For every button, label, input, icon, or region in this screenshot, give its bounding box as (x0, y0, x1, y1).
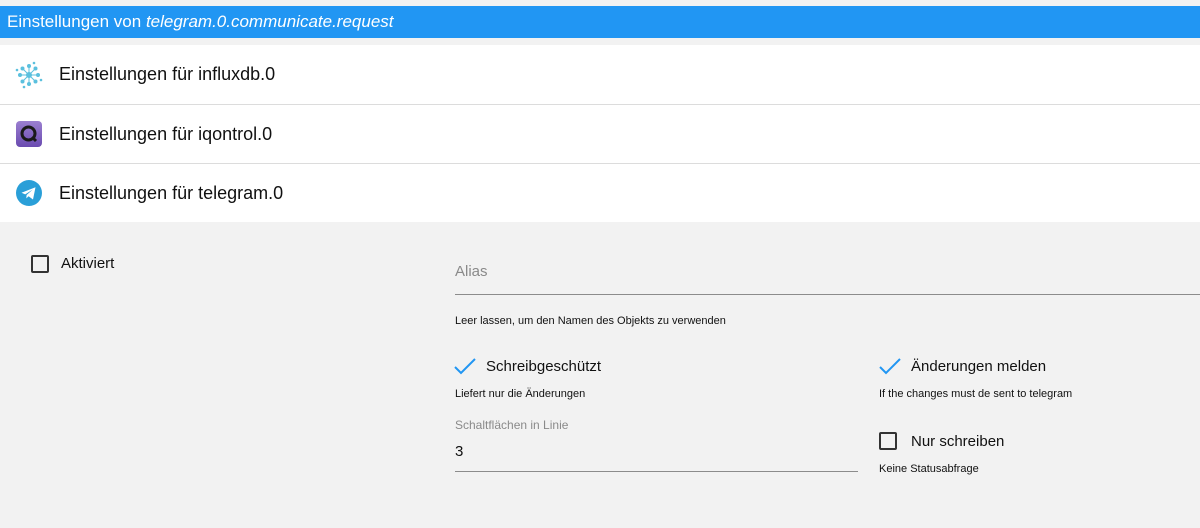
buttons-per-line-underline (455, 471, 858, 472)
accordion-influxdb[interactable]: Einstellungen für influxdb.0 (0, 45, 1200, 105)
readonly-checkmark-icon[interactable] (454, 358, 476, 376)
accordion-telegram[interactable]: Einstellungen für telegram.0 (0, 164, 1200, 223)
write-only-hint: Keine Statusabfrage (879, 463, 979, 475)
write-only-label: Nur schreiben (911, 433, 1005, 450)
enabled-checkbox[interactable] (31, 255, 49, 273)
buttons-per-line-label: Schaltflächen in Linie (455, 418, 569, 432)
accordion-iqontrol[interactable]: Einstellungen für iqontrol.0 (0, 105, 1200, 164)
report-changes-hint: If the changes must de sent to telegram (879, 388, 1073, 400)
telegram-icon (15, 179, 43, 207)
report-changes-label: Änderungen melden (911, 358, 1047, 375)
accordion-label-influxdb: Einstellungen für influxdb.0 (59, 64, 276, 84)
telegram-settings-panel: Aktiviert Alias Leer lassen, um den Name… (0, 222, 1200, 528)
write-only-checkbox[interactable] (879, 432, 897, 450)
dialog-title-prefix: Einstellungen von (7, 12, 146, 31)
report-changes-checkmark-icon[interactable] (879, 358, 901, 376)
alias-input-underline (455, 294, 1200, 295)
iqontrol-icon (15, 120, 43, 148)
enabled-label: Aktiviert (61, 255, 115, 272)
readonly-label: Schreibgeschützt (486, 358, 602, 375)
buttons-per-line-input[interactable]: 3 (455, 443, 463, 460)
dialog-title-bar: Einstellungen von telegram.0.communicate… (0, 6, 1200, 38)
influxdb-icon (15, 61, 43, 89)
accordion-label-iqontrol: Einstellungen für iqontrol.0 (59, 123, 273, 144)
alias-hint: Leer lassen, um den Namen des Objekts zu… (455, 315, 726, 327)
accordion-label-telegram: Einstellungen für telegram.0 (59, 182, 284, 203)
dialog-title-object-id: telegram.0.communicate.request (145, 12, 394, 31)
readonly-hint: Liefert nur die Änderungen (455, 388, 586, 400)
alias-input[interactable]: Alias (455, 263, 488, 280)
